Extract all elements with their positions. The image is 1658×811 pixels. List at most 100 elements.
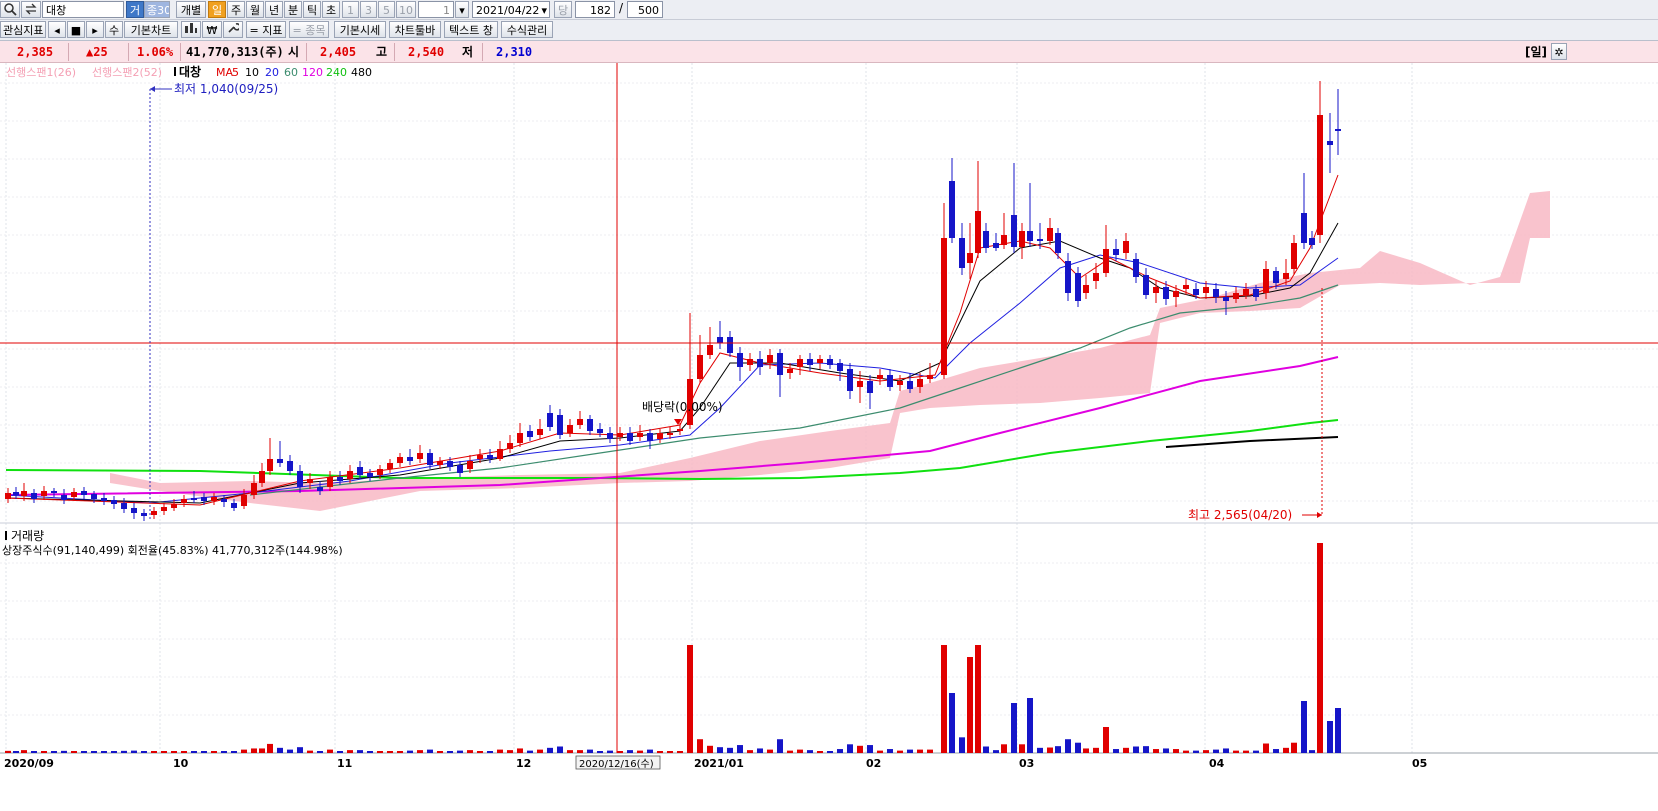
volume-bar	[131, 750, 137, 753]
formula-manage-button[interactable]: 수식관리	[501, 21, 553, 38]
candle-body	[1083, 285, 1089, 293]
candle-body	[141, 513, 147, 516]
xaxis-label-1: 10	[173, 757, 189, 770]
low-price: 2,310	[496, 45, 533, 59]
basic-chart-button[interactable]: 기본차트	[124, 21, 178, 38]
scroll-stop-button[interactable]: ■	[67, 21, 85, 38]
search-icon[interactable]	[0, 1, 20, 18]
volume-bar	[191, 751, 197, 753]
basic-quote-button[interactable]: 기본시세	[334, 21, 386, 38]
volume-bar	[667, 751, 673, 753]
candle-body	[407, 457, 413, 461]
volume-bar	[61, 750, 67, 753]
price-chart[interactable]: 최저 1,040(09/25) 최고 2,565(04/20) 배당락(0.00…	[0, 63, 1658, 811]
candle-body	[377, 469, 383, 475]
candle-body	[1263, 269, 1269, 293]
candle-body	[507, 443, 513, 449]
volume-bar	[847, 744, 853, 753]
candle-body	[577, 419, 583, 425]
volume-bar	[171, 751, 177, 753]
candle-body	[221, 499, 227, 502]
candle-body	[517, 433, 523, 443]
candle-body	[1223, 297, 1229, 301]
candle-body	[887, 375, 893, 387]
xaxis-label-7: 04	[1209, 757, 1225, 770]
interval-input[interactable]: 1	[418, 1, 454, 18]
candle-body	[867, 381, 873, 393]
date-input[interactable]: 2021/04/22 ▾	[472, 1, 550, 18]
candle-body	[737, 353, 743, 367]
mode-geo-button[interactable]: 거	[126, 1, 144, 18]
count-5-button[interactable]: 5	[378, 1, 395, 18]
candle-body	[51, 491, 57, 493]
xaxis-label-4: 2021/01	[694, 757, 744, 770]
mode-jong30-button[interactable]: 종30	[144, 1, 170, 18]
interval-dropdown-icon[interactable]: ▾	[455, 1, 469, 18]
item-button[interactable]: = 종목	[289, 21, 329, 38]
ma240-legend: 240	[326, 66, 347, 79]
scroll-left-button[interactable]: ◂	[48, 21, 66, 38]
period-year-button[interactable]: 년	[265, 1, 283, 18]
candle-body	[13, 492, 19, 495]
volume-bar	[717, 747, 723, 753]
candle-body	[1027, 231, 1033, 241]
toolbar-top: 대창 거 종30 개별 일 주 월 년 분 틱 초 1 3 5 10 1 ▾ 2…	[0, 0, 1658, 20]
period-month-button[interactable]: 월	[246, 1, 264, 18]
ma-label: MA	[216, 66, 233, 79]
candle-body	[967, 253, 973, 263]
period-second-button[interactable]: 초	[322, 1, 340, 18]
volume-bar	[837, 749, 843, 753]
volume-title: 거래량	[11, 529, 44, 543]
gear-icon[interactable]: ✲	[1551, 43, 1567, 60]
candle-body	[597, 429, 603, 433]
scroll-right-button[interactable]: ▸	[86, 21, 104, 38]
date-suffix-button[interactable]: 당	[554, 1, 572, 18]
count-shown-input[interactable]: 182	[575, 1, 615, 18]
open-price: 2,405	[320, 45, 357, 59]
stock-legend: 대창	[179, 64, 201, 79]
period-day-button[interactable]: 일	[208, 1, 226, 18]
volume-bar	[917, 749, 923, 753]
stock-name-input[interactable]: 대창	[42, 1, 124, 18]
period-week-button[interactable]: 주	[227, 1, 245, 18]
volume-bar	[877, 750, 883, 753]
candle-body	[241, 495, 247, 506]
adjust-button[interactable]: 수	[105, 21, 123, 38]
xaxis-label-5: 02	[866, 757, 881, 770]
volume-bar	[787, 750, 793, 753]
volume-bar	[221, 751, 227, 753]
interest-indicator-button[interactable]: 관심지표	[0, 21, 46, 38]
swap-icon[interactable]	[21, 1, 41, 18]
chevron-down-icon[interactable]: ▾	[541, 2, 547, 19]
wrench-icon[interactable]	[223, 21, 243, 38]
indicator-button[interactable]: = 지표	[246, 21, 286, 38]
count-10-button[interactable]: 10	[396, 1, 416, 18]
candle-body	[151, 511, 157, 515]
count-3-button[interactable]: 3	[360, 1, 377, 18]
volume-bar	[5, 750, 11, 753]
period-minute-button[interactable]: 분	[284, 1, 302, 18]
count-1-button[interactable]: 1	[342, 1, 359, 18]
text-window-button[interactable]: 텍스트 창	[444, 21, 498, 38]
candle-body	[1153, 287, 1159, 293]
candle-body	[1075, 273, 1081, 301]
volume-bar	[517, 748, 523, 753]
volume-bar	[467, 750, 473, 753]
individual-button[interactable]: 개별	[176, 1, 206, 18]
volume-bar	[1327, 721, 1333, 753]
volume-bar	[607, 750, 613, 753]
count-total-input[interactable]: 500	[627, 1, 663, 18]
candle-body	[1123, 241, 1129, 253]
volume-bar	[857, 745, 863, 753]
volume-bars	[5, 543, 1341, 753]
volume-bar	[1317, 543, 1323, 753]
chart-toolbar-button[interactable]: 차트툴바	[389, 21, 441, 38]
candle-body	[1103, 249, 1109, 273]
candle-body	[211, 497, 217, 501]
chart-type-icon[interactable]	[181, 21, 201, 38]
period-tick-button[interactable]: 틱	[303, 1, 321, 18]
won-icon[interactable]: ₩	[202, 21, 222, 38]
candle-body	[41, 491, 47, 496]
candle-body	[467, 461, 473, 469]
candle-body	[337, 477, 343, 481]
